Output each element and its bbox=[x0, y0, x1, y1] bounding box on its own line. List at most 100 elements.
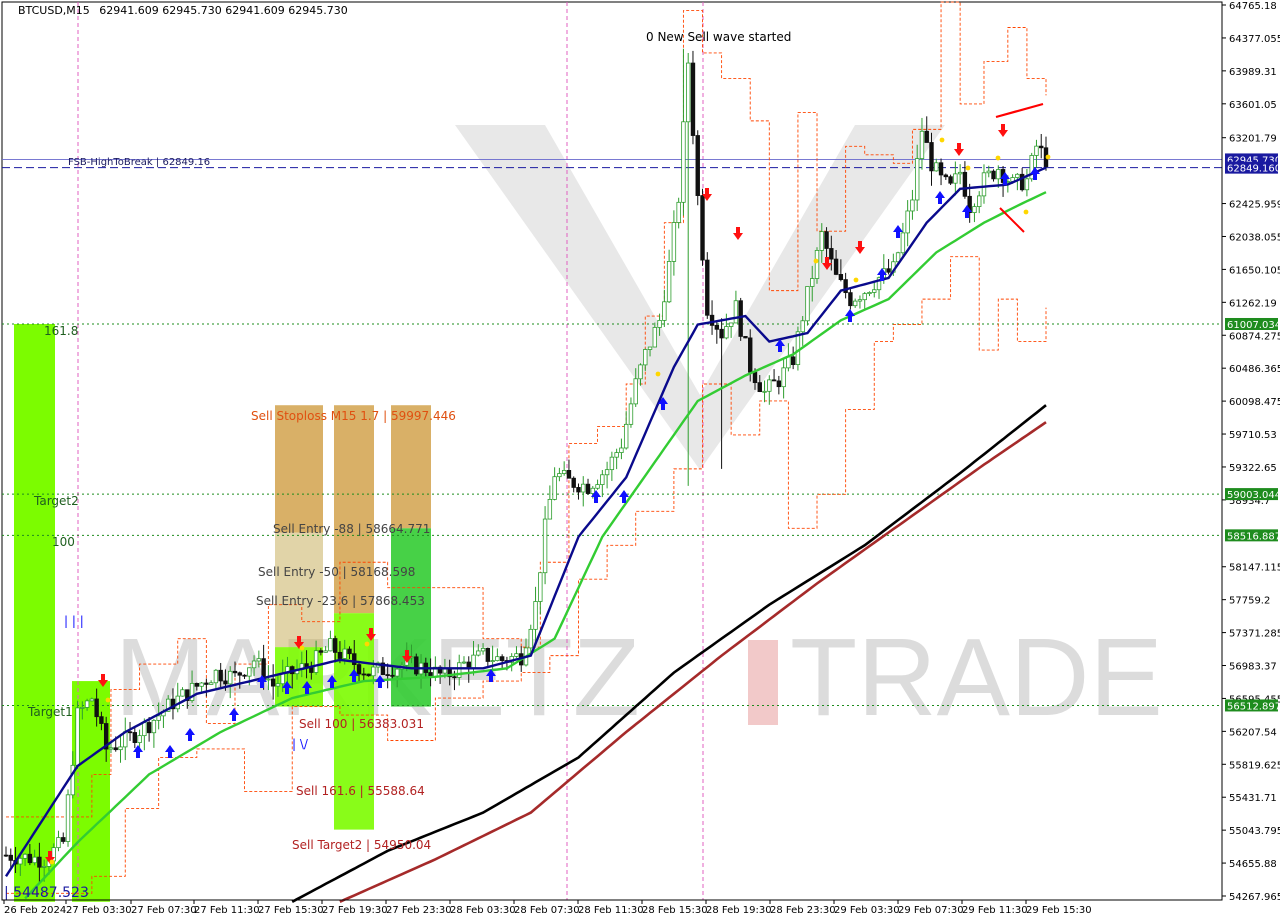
candle-body bbox=[786, 356, 791, 369]
candle-body bbox=[857, 299, 863, 302]
candle-body bbox=[852, 300, 858, 307]
signal-dot bbox=[49, 859, 55, 865]
price-tick-label: 60874.275 bbox=[1229, 331, 1280, 342]
candle-body bbox=[600, 474, 605, 486]
candle-body bbox=[99, 716, 104, 724]
ohlc-values: 62941.609 62945.730 62941.609 62945.730 bbox=[99, 4, 347, 17]
level-label: FSB-HighToBreak | 62849.16 bbox=[68, 157, 210, 168]
price-tick-label: 56983.37 bbox=[1229, 662, 1277, 673]
candle-body bbox=[471, 654, 476, 670]
candle-body bbox=[762, 390, 767, 393]
candle-body bbox=[41, 866, 47, 868]
candle-body bbox=[356, 664, 362, 675]
candle-body bbox=[213, 669, 219, 684]
level-label: Target1 bbox=[27, 705, 73, 719]
candle-body bbox=[146, 722, 152, 734]
candle-body bbox=[137, 735, 142, 743]
candle-body bbox=[538, 572, 543, 602]
candle-body bbox=[27, 853, 33, 864]
candle-body bbox=[829, 248, 834, 260]
candle-body bbox=[65, 794, 71, 842]
candle-body bbox=[151, 719, 157, 734]
level-badge-text: 56512.897 bbox=[1227, 701, 1280, 712]
candle-body bbox=[924, 130, 929, 143]
chart-window: MARKETZ TRADE 0 New Sell wave started Sel… bbox=[0, 0, 1280, 920]
candle-body bbox=[752, 371, 758, 384]
candle-body bbox=[328, 638, 333, 652]
candle-body bbox=[332, 638, 338, 653]
candle-body bbox=[724, 326, 729, 339]
candle-body bbox=[666, 261, 672, 303]
candle-body bbox=[385, 674, 390, 676]
candle-body bbox=[757, 382, 762, 393]
annotation-label: Sell Target2 | 54950.04 bbox=[292, 838, 431, 852]
candle-body bbox=[748, 337, 753, 373]
candle-body bbox=[495, 656, 500, 662]
candle-body bbox=[8, 854, 13, 861]
candle-body bbox=[695, 135, 700, 196]
candle-body bbox=[1024, 178, 1030, 191]
price-tick-label: 61650.105 bbox=[1229, 265, 1280, 276]
time-tick-label: 28 Feb 07:30 bbox=[514, 905, 580, 916]
candle-body bbox=[638, 364, 643, 380]
candle-body bbox=[528, 628, 533, 649]
candle-body bbox=[32, 856, 37, 864]
candle-body bbox=[414, 656, 419, 675]
candlestick-chart[interactable]: MARKETZ TRADE 0 New Sell wave startedSel… bbox=[0, 0, 1280, 920]
signal-dot bbox=[655, 371, 661, 377]
signal-dot bbox=[995, 155, 1001, 161]
level-label: 100 bbox=[52, 535, 75, 549]
level-badge-text: 59003.044 bbox=[1227, 490, 1280, 501]
candle-body bbox=[199, 682, 204, 687]
time-tick-label: 29 Feb 15:30 bbox=[1026, 905, 1092, 916]
sell-zone-1-entry bbox=[275, 532, 323, 648]
candle-body bbox=[972, 206, 977, 213]
fib-zone-161-8 bbox=[14, 323, 55, 902]
annotation-label: Sell Entry -88 | 58664.771 bbox=[273, 522, 430, 536]
candle-body bbox=[810, 278, 815, 287]
candle-body bbox=[256, 658, 262, 662]
candle-body bbox=[733, 300, 739, 324]
candle-body bbox=[576, 487, 581, 493]
signal-dot bbox=[813, 258, 819, 264]
candle-body bbox=[700, 195, 705, 261]
time-tick-label: 27 Feb 11:30 bbox=[194, 905, 260, 916]
candle-body bbox=[996, 169, 1001, 180]
candle-body bbox=[681, 121, 686, 203]
candle-body bbox=[833, 258, 839, 275]
candle-body bbox=[237, 672, 242, 676]
candle-body bbox=[905, 210, 910, 234]
time-tick-label: 27 Feb 23:30 bbox=[386, 905, 452, 916]
time-tick-label: 29 Feb 03:30 bbox=[834, 905, 900, 916]
candle-body bbox=[986, 170, 991, 174]
price-tick-label: 55043.795 bbox=[1229, 826, 1280, 837]
candle-body bbox=[690, 62, 696, 136]
candle-body bbox=[571, 477, 576, 488]
candle-body bbox=[581, 483, 586, 493]
candle-body bbox=[323, 650, 328, 653]
candle-body bbox=[247, 667, 252, 677]
candle-body bbox=[977, 195, 982, 207]
candle-body bbox=[1015, 173, 1020, 178]
candle-body bbox=[480, 647, 486, 652]
candle-body bbox=[900, 232, 906, 254]
candle-body bbox=[514, 653, 519, 657]
annotation-label: 0 New Sell wave started bbox=[646, 30, 791, 44]
annotation-label: Sell Entry -23.6 | 57868.453 bbox=[256, 594, 425, 608]
price-tick-label: 55819.625 bbox=[1229, 760, 1280, 771]
candle-body bbox=[686, 62, 691, 123]
time-tick-label: 28 Feb 03:30 bbox=[450, 905, 516, 916]
signal-dot bbox=[965, 165, 971, 171]
candle-body bbox=[89, 698, 95, 702]
candle-body bbox=[132, 732, 138, 743]
level-label: Target2 bbox=[33, 494, 79, 508]
candle-body bbox=[194, 682, 200, 687]
candle-body bbox=[342, 648, 347, 659]
time-tick-label: 27 Feb 19:30 bbox=[322, 905, 388, 916]
symbol-label: BTCUSD,M15 bbox=[18, 4, 90, 17]
candle-body bbox=[542, 518, 548, 574]
price-tick-label: 58147.115 bbox=[1229, 563, 1280, 574]
candle-body bbox=[476, 650, 481, 656]
candle-body bbox=[676, 201, 681, 223]
candle-body bbox=[919, 130, 925, 160]
